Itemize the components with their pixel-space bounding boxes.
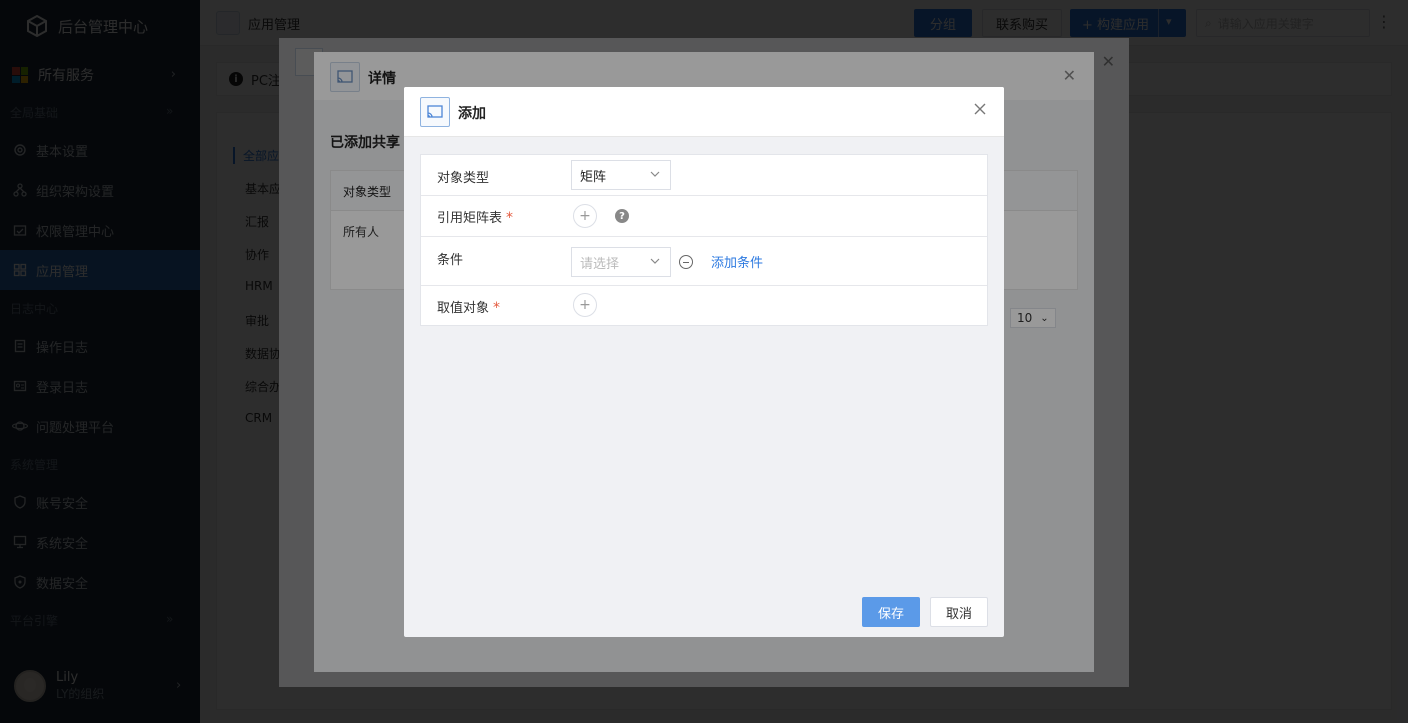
condition-label: 条件 bbox=[437, 253, 464, 268]
add-matrix-table-button[interactable]: + bbox=[573, 204, 597, 228]
value-object-label: 取值对象 * bbox=[437, 297, 500, 316]
required-mark: * bbox=[506, 210, 514, 226]
matrix-table-label: 引用矩阵表 * bbox=[437, 207, 513, 226]
form-row-value-object: 取值对象 * + bbox=[421, 286, 987, 326]
chevron-down-icon bbox=[650, 171, 660, 177]
object-type-value: 矩阵 bbox=[580, 169, 607, 185]
add-dialog: 添加 对象类型 矩阵 引用矩阵表 * + ? 条件 请选择 添加条件 取值对象 … bbox=[404, 87, 1004, 637]
save-button[interactable]: 保存 bbox=[862, 597, 920, 627]
add-condition-link[interactable]: 添加条件 bbox=[711, 252, 763, 271]
help-icon[interactable]: ? bbox=[615, 209, 629, 223]
chevron-down-icon bbox=[650, 258, 660, 264]
cancel-button[interactable]: 取消 bbox=[930, 597, 988, 627]
close-icon[interactable] bbox=[972, 101, 988, 117]
add-dialog-header: 添加 bbox=[404, 87, 1004, 137]
cast-icon bbox=[420, 97, 450, 127]
add-dialog-title: 添加 bbox=[458, 106, 486, 122]
matrix-table-label-text: 引用矩阵表 bbox=[437, 211, 503, 226]
value-object-label-text: 取值对象 bbox=[437, 301, 490, 316]
remove-condition-icon[interactable] bbox=[679, 255, 693, 269]
form-row-condition: 条件 请选择 添加条件 bbox=[421, 237, 987, 286]
condition-placeholder: 请选择 bbox=[580, 256, 620, 272]
object-type-label: 对象类型 bbox=[437, 171, 490, 186]
form-row-matrix-table: 引用矩阵表 * + ? bbox=[421, 196, 987, 237]
object-type-select[interactable]: 矩阵 bbox=[571, 160, 671, 190]
required-mark: * bbox=[493, 300, 501, 316]
add-form: 对象类型 矩阵 引用矩阵表 * + ? 条件 请选择 添加条件 取值对象 * + bbox=[420, 154, 988, 326]
condition-select[interactable]: 请选择 bbox=[571, 247, 671, 277]
form-row-object-type: 对象类型 矩阵 bbox=[421, 155, 987, 196]
add-value-object-button[interactable]: + bbox=[573, 293, 597, 317]
